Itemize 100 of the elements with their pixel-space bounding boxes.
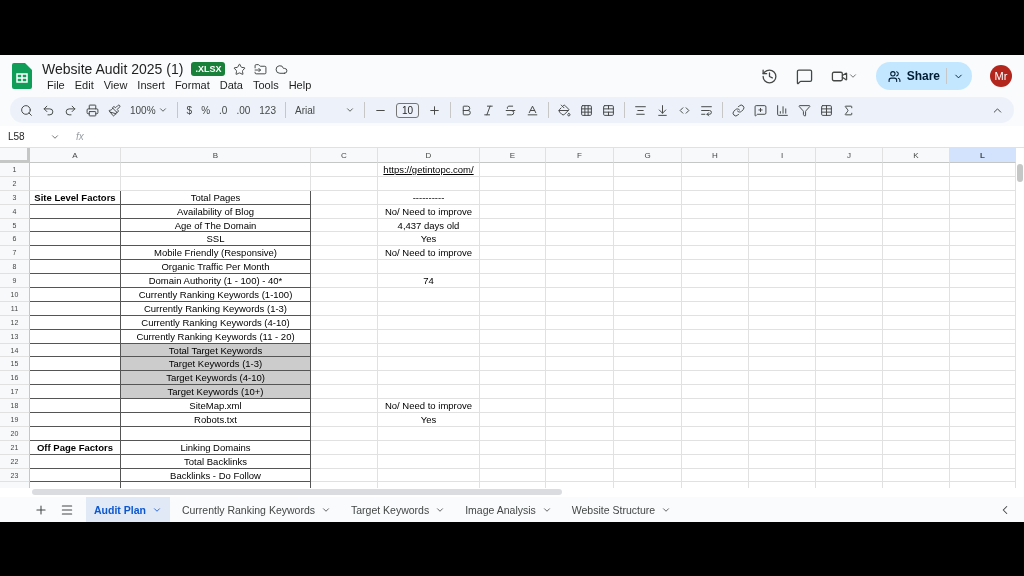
menu-item[interactable]: Edit <box>69 79 99 91</box>
table-cell <box>480 246 546 261</box>
table-cell <box>480 232 546 247</box>
column-header[interactable]: I <box>749 148 816 163</box>
undo-icon[interactable] <box>42 103 55 117</box>
table-cell <box>682 385 749 400</box>
table-cell <box>480 371 546 386</box>
name-box[interactable]: L58 <box>8 131 44 142</box>
add-sheet-icon[interactable] <box>34 502 48 517</box>
increase-decimal-button[interactable]: .00 <box>236 104 251 116</box>
filter-icon[interactable] <box>798 103 812 117</box>
column-header[interactable]: L <box>950 148 1016 163</box>
table-cell <box>614 260 682 275</box>
column-header[interactable]: D <box>378 148 480 163</box>
user-avatar[interactable]: Mr <box>990 65 1012 87</box>
sheet-tab[interactable]: Target Keywords <box>343 497 454 522</box>
table-cell <box>749 246 816 261</box>
cloud-icon[interactable] <box>275 62 289 76</box>
table-cell <box>883 163 950 177</box>
comment-icon[interactable] <box>795 67 813 85</box>
align-icon[interactable] <box>634 103 648 117</box>
table-cell <box>546 163 614 177</box>
table-cell <box>546 399 614 414</box>
redo-icon[interactable] <box>64 103 77 117</box>
table-cell <box>883 232 950 247</box>
table-cell <box>614 399 682 414</box>
table-cell <box>614 246 682 261</box>
table-cell: Domain Authority (1 - 100) - 40* <box>121 274 311 288</box>
spreadsheet-logo-icon[interactable] <box>12 63 32 89</box>
merge-cells-icon[interactable] <box>602 103 616 117</box>
table-icon[interactable] <box>820 103 834 117</box>
table-cell <box>816 413 883 427</box>
menu-item[interactable]: View <box>98 79 133 91</box>
column-header[interactable]: B <box>121 148 311 163</box>
folder-icon[interactable] <box>254 62 268 76</box>
column-header[interactable]: G <box>614 148 682 163</box>
table-cell: Robots.txt <box>121 413 311 427</box>
table-cell <box>614 385 682 400</box>
scrollbar[interactable] <box>1017 164 1023 182</box>
menu-item[interactable]: File <box>42 79 70 91</box>
table-cell <box>749 163 816 177</box>
strikethrough-icon[interactable] <box>504 103 518 117</box>
column-header[interactable]: J <box>816 148 883 163</box>
bold-icon[interactable] <box>460 103 474 117</box>
vertical-align-icon[interactable] <box>656 103 670 117</box>
percent-format-button[interactable]: % <box>201 104 211 116</box>
decrease-decimal-button[interactable]: .0 <box>219 104 228 116</box>
borders-icon[interactable] <box>580 103 594 117</box>
table-cell <box>546 232 614 247</box>
star-icon[interactable] <box>233 62 247 76</box>
table-cell <box>311 413 378 427</box>
paintbrush-icon[interactable] <box>108 103 121 117</box>
caret-icon[interactable] <box>157 105 168 115</box>
sheet-tab[interactable]: Website Structure <box>563 497 680 522</box>
share-button[interactable]: Share <box>875 62 972 90</box>
caret-icon[interactable] <box>847 71 858 81</box>
text-color-icon[interactable] <box>526 103 540 117</box>
table-cell <box>816 274 883 288</box>
table-cell <box>614 163 682 177</box>
table-cell <box>546 357 614 372</box>
link-icon[interactable] <box>732 103 746 117</box>
table-cell <box>480 288 546 302</box>
italic-icon[interactable] <box>482 103 496 117</box>
font-dropdown[interactable]: Arial <box>295 104 355 116</box>
history-icon[interactable] <box>760 67 778 85</box>
add-comment-icon[interactable] <box>754 103 768 117</box>
column-header[interactable]: K <box>883 148 950 163</box>
column-header[interactable]: C <box>311 148 378 163</box>
sheet-tab[interactable]: Audit Plan <box>86 497 170 522</box>
menu-item[interactable]: Help <box>283 79 317 91</box>
sheet-tab[interactable]: Image Analysis <box>457 497 560 522</box>
menu-item[interactable]: Tools <box>247 79 284 91</box>
scrollbar[interactable] <box>32 489 562 495</box>
plus-icon[interactable] <box>428 103 442 117</box>
search-icon[interactable] <box>20 103 33 117</box>
table-cell <box>883 399 950 414</box>
text-rotation-icon[interactable] <box>700 103 714 117</box>
number-format-button[interactable]: 123 <box>259 104 276 116</box>
chart-icon[interactable] <box>776 103 790 117</box>
column-header[interactable]: E <box>480 148 546 163</box>
paint-bucket-icon[interactable] <box>558 103 572 117</box>
font-size-field[interactable]: 10 <box>396 102 420 118</box>
table-cell <box>682 371 749 386</box>
currency-format-button[interactable]: $ <box>186 104 193 116</box>
menu-item[interactable]: Insert <box>132 79 170 91</box>
menu-item[interactable]: Data <box>214 79 248 91</box>
document-title[interactable]: Website Audit 2025 (1) <box>42 61 184 77</box>
table-cell <box>749 371 816 386</box>
table-cell <box>816 357 883 372</box>
sheet-tab[interactable]: Currently Ranking Keywords <box>173 497 339 522</box>
column-header[interactable]: A <box>30 148 121 163</box>
column-header[interactable]: H <box>682 148 749 163</box>
table-cell: Target Keywords (4-10) <box>121 371 311 386</box>
printer-icon[interactable] <box>86 103 99 117</box>
zoom-dropdown[interactable]: 100% <box>130 104 168 116</box>
menu-item[interactable]: Format <box>169 79 215 91</box>
column-header[interactable]: F <box>546 148 614 163</box>
table-cell <box>311 288 378 302</box>
table-cell <box>883 246 950 261</box>
caret-icon[interactable] <box>345 105 355 115</box>
